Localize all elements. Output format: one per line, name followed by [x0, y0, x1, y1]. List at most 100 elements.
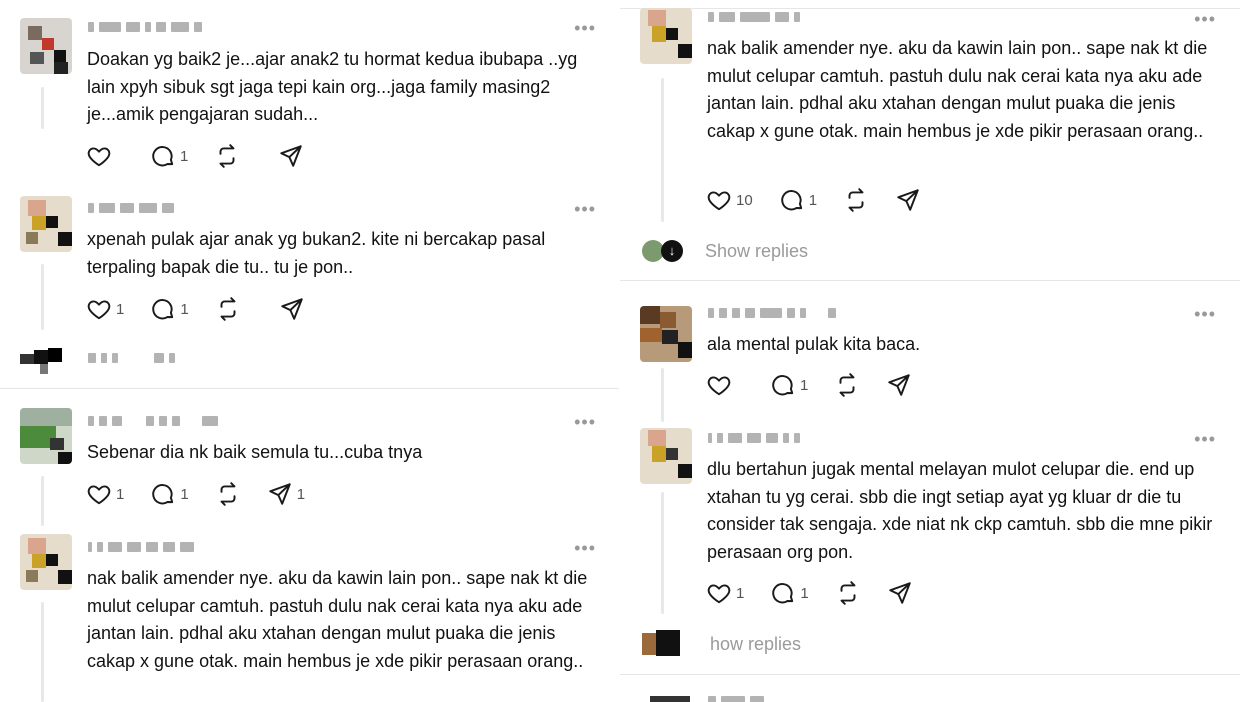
comment-icon: [780, 190, 802, 211]
separator: [620, 8, 1240, 9]
avatar[interactable]: [640, 428, 692, 484]
share-button[interactable]: [886, 372, 912, 398]
post-text: Doakan yg baik2 je...ajar anak2 tu horma…: [87, 49, 578, 124]
reply-count: 1: [800, 584, 809, 602]
post-text: xpenah pulak ajar anak yg bukan2. kite n…: [87, 229, 546, 277]
repost-button[interactable]: [835, 580, 861, 606]
share-button[interactable]: [278, 143, 304, 169]
thread-line: [661, 368, 664, 422]
arrow-down-icon: ↓: [661, 240, 683, 262]
like-button[interactable]: 1: [86, 296, 124, 322]
share-button[interactable]: [279, 296, 305, 322]
username-redacted[interactable]: [708, 306, 836, 320]
more-icon[interactable]: •••: [574, 200, 596, 218]
thread-line: [41, 87, 44, 129]
post-actions: 1: [706, 371, 938, 399]
share-button[interactable]: [895, 187, 921, 213]
more-icon[interactable]: •••: [574, 539, 596, 557]
show-replies-link[interactable]: how replies: [710, 634, 801, 655]
separator: [620, 674, 1240, 675]
reply-button[interactable]: 1: [150, 481, 189, 507]
like-count: 1: [736, 584, 745, 602]
reply-avatar: [642, 633, 656, 655]
avatar[interactable]: [20, 18, 72, 74]
share-button[interactable]: 1: [267, 481, 305, 507]
reply-button[interactable]: 1: [770, 372, 808, 398]
right-thread-panel: ••• nak balik amender nye. aku da kawin …: [620, 0, 1240, 702]
more-icon[interactable]: •••: [1194, 10, 1216, 28]
repost-icon: [839, 373, 855, 397]
username-redacted[interactable]: [88, 540, 194, 554]
comment-icon: [772, 583, 794, 604]
username-redacted[interactable]: [88, 201, 174, 215]
share-button[interactable]: [887, 580, 913, 606]
repost-icon: [220, 297, 236, 321]
comment-icon: [772, 375, 794, 396]
reply-button[interactable]: 1: [779, 187, 817, 213]
avatar[interactable]: [640, 8, 692, 64]
post-text: Sebenar dia nk baik semula tu...cuba tny…: [87, 442, 423, 462]
thread-line: [41, 264, 44, 330]
avatar[interactable]: [20, 196, 72, 252]
like-button[interactable]: 1: [706, 580, 744, 606]
thread-line: [41, 476, 44, 526]
heart-icon: [707, 376, 731, 396]
reply-button[interactable]: 1: [150, 296, 189, 322]
thread-line: [41, 602, 44, 702]
username-redacted[interactable]: [88, 20, 202, 34]
send-icon: [888, 374, 911, 396]
avatar[interactable]: [650, 696, 690, 702]
heart-icon: [87, 147, 111, 167]
post-text: nak balik amender nye. aku da kawin lain…: [87, 568, 588, 671]
heart-icon: [707, 584, 731, 604]
like-count: 10: [736, 191, 753, 209]
more-icon[interactable]: •••: [574, 413, 596, 431]
avatar[interactable]: [640, 306, 692, 362]
send-icon: [897, 189, 919, 211]
repost-icon: [219, 144, 235, 168]
repost-button[interactable]: [215, 296, 253, 322]
post-text: dlu bertahun jugak mental melayan mulot …: [707, 459, 1213, 562]
more-icon[interactable]: •••: [1194, 430, 1216, 448]
avatar[interactable]: [20, 408, 72, 464]
repost-button[interactable]: [215, 481, 241, 507]
like-button[interactable]: 10: [706, 187, 753, 213]
send-icon: [268, 483, 291, 505]
repost-icon: [848, 188, 864, 212]
thread-line: [661, 492, 664, 614]
repost-button[interactable]: [834, 372, 860, 398]
like-button[interactable]: [706, 372, 744, 398]
repost-button[interactable]: [843, 187, 869, 213]
comment-icon: [152, 484, 174, 505]
repost-icon: [220, 482, 236, 506]
heart-icon: [707, 191, 731, 211]
username-redacted[interactable]: [88, 351, 175, 365]
reply-button[interactable]: 1: [770, 580, 809, 606]
post-text: ala mental pulak kita baca.: [707, 334, 921, 354]
username-redacted[interactable]: [708, 694, 764, 702]
username-redacted[interactable]: [708, 431, 800, 445]
show-replies-link[interactable]: Show replies: [705, 241, 808, 262]
username-redacted[interactable]: [708, 10, 800, 24]
heart-icon: [87, 485, 111, 505]
separator: [620, 280, 1240, 281]
thread-line: [661, 78, 664, 222]
repost-button[interactable]: [214, 143, 252, 169]
post-actions: 10 1: [706, 186, 947, 214]
more-icon[interactable]: •••: [574, 19, 596, 37]
reply-avatar[interactable]: [20, 348, 72, 374]
like-button[interactable]: [86, 143, 124, 169]
like-button[interactable]: 1: [86, 481, 124, 507]
comment-icon: [152, 146, 174, 167]
more-icon[interactable]: •••: [1194, 305, 1216, 323]
like-count: 1: [116, 300, 125, 318]
comment-icon: [152, 299, 174, 320]
post-actions: 1: [86, 142, 330, 170]
reply-count: 1: [180, 147, 189, 165]
post-actions: 1 1: [86, 295, 331, 323]
reply-button[interactable]: 1: [150, 143, 188, 169]
post-text: nak balik amender nye. aku da kawin lain…: [707, 38, 1208, 141]
separator: [0, 388, 620, 389]
username-redacted[interactable]: [88, 414, 218, 428]
avatar[interactable]: [20, 534, 72, 590]
